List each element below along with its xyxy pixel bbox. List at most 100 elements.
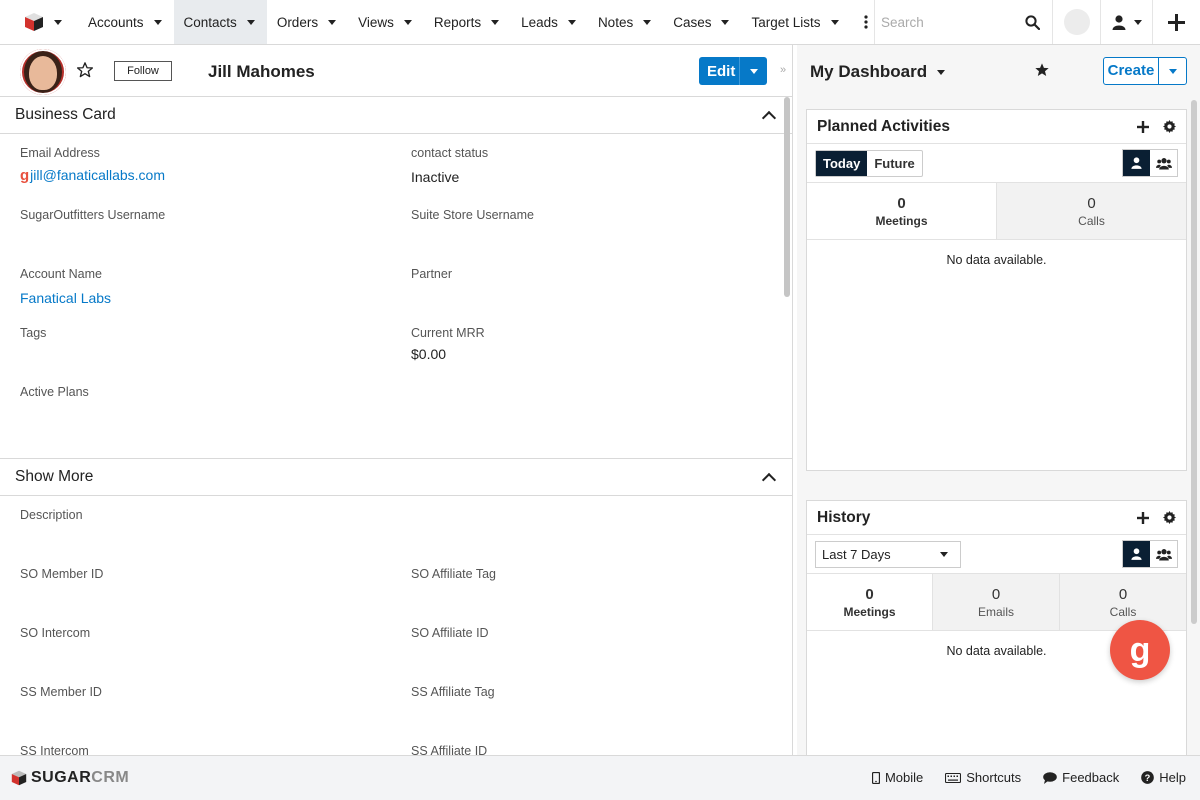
field-so-affiliate-id: SO Affiliate ID <box>411 626 489 640</box>
history-range-select[interactable]: Last 7 Days <box>815 540 961 568</box>
show-more-fields: Description SO Member ID SO Affiliate Ta… <box>0 496 792 755</box>
nav-item-accounts[interactable]: Accounts <box>78 0 174 44</box>
user-menu-button[interactable] <box>1100 0 1152 44</box>
dashlet-header: History <box>807 501 1186 535</box>
chevron-down-icon[interactable] <box>567 19 576 25</box>
create-button[interactable]: Create <box>1104 58 1158 84</box>
panel-header-show-more[interactable]: Show More <box>0 459 792 496</box>
follow-button[interactable]: Follow <box>114 61 172 81</box>
planned-activities-dashlet: Planned Activities Today Future 0 Meetin… <box>806 109 1187 471</box>
comment-icon <box>1043 771 1057 784</box>
field-so-member-id: SO Member ID <box>20 567 103 581</box>
nav-item-views[interactable]: Views <box>348 0 424 44</box>
users-icon <box>1155 157 1172 169</box>
mobile-link[interactable]: Mobile <box>871 770 923 785</box>
nav-item-label: Contacts <box>183 14 237 30</box>
sugar-cube-icon <box>25 13 43 31</box>
chevron-up-icon[interactable] <box>761 472 777 487</box>
plus-icon[interactable] <box>1137 511 1149 524</box>
nav-item-leads[interactable]: Leads <box>511 0 588 44</box>
chevron-up-icon[interactable] <box>761 110 777 125</box>
email-link[interactable]: jill@fanaticallabs.com <box>30 167 165 183</box>
sugarcrm-logo[interactable]: SUGARCRM <box>11 769 129 787</box>
chevron-down-icon[interactable] <box>328 19 337 25</box>
notifications-indicator <box>1063 9 1090 35</box>
create-actions-dropdown[interactable] <box>1158 58 1186 84</box>
chevron-down-icon[interactable] <box>721 19 730 25</box>
pane-divider[interactable] <box>792 45 796 755</box>
gravity-g-icon[interactable]: g <box>20 167 29 184</box>
tab-emails[interactable]: 0 Emails <box>932 574 1059 630</box>
edit-actions-dropdown[interactable] <box>739 57 767 85</box>
field-so-intercom: SO Intercom <box>20 626 90 640</box>
my-items-button[interactable] <box>1123 541 1150 567</box>
dashboard-scrollbar[interactable] <box>1191 100 1197 624</box>
tab-meetings[interactable]: 0 Meetings <box>807 183 996 239</box>
panel-title: Show More <box>15 468 94 485</box>
gear-icon[interactable] <box>1163 120 1176 133</box>
dashboard-selector[interactable]: My Dashboard <box>810 62 946 82</box>
chevron-down-icon[interactable] <box>491 19 500 25</box>
field-ss-intercom: SS Intercom <box>20 744 89 755</box>
search-input[interactable] <box>881 14 1021 30</box>
dashboard-header: My Dashboard Create <box>797 45 1200 97</box>
tab-calls[interactable]: 0 Calls <box>1059 574 1186 630</box>
nav-item-label: Target Lists <box>751 14 821 30</box>
chevron-down-icon[interactable] <box>403 19 412 25</box>
star-icon[interactable] <box>1034 62 1050 78</box>
field-ss-affiliate-id: SS Affiliate ID <box>411 744 487 755</box>
tab-meetings[interactable]: 0 Meetings <box>807 574 932 630</box>
nav-item-label: Accounts <box>88 14 144 30</box>
tab-future[interactable]: Future <box>867 151 921 176</box>
chevron-down-icon <box>940 551 948 557</box>
create-button-group: Create <box>1103 57 1187 85</box>
tab-calls[interactable]: 0 Calls <box>996 183 1186 239</box>
home-menu-button[interactable] <box>0 0 78 44</box>
my-items-button[interactable] <box>1123 150 1150 176</box>
notifications-button[interactable] <box>1052 0 1100 44</box>
field-label: SO Member ID <box>20 567 104 581</box>
tab-count: 0 <box>991 585 1001 603</box>
feedback-link[interactable]: Feedback <box>1043 770 1119 785</box>
edit-button[interactable]: Edit <box>699 63 739 80</box>
star-outline-icon[interactable] <box>76 61 94 79</box>
search-icon[interactable] <box>1025 15 1040 30</box>
chevron-down-icon[interactable] <box>643 19 652 25</box>
chevron-down-icon[interactable] <box>830 19 839 25</box>
chevron-down-icon[interactable] <box>246 19 255 25</box>
tab-today[interactable]: Today <box>816 150 868 176</box>
panel-header-business-card[interactable]: Business Card <box>0 97 792 134</box>
nav-item-cases[interactable]: Cases <box>663 0 741 44</box>
field-suite-store-username: Suite Store Username <box>411 208 534 222</box>
team-items-button[interactable] <box>1150 150 1177 176</box>
nav-item-contacts[interactable]: Contacts <box>173 0 267 44</box>
dashboard-title: My Dashboard <box>810 62 928 81</box>
owner-filter-toggle <box>1122 149 1178 177</box>
gravity-g-icon[interactable]: g <box>1110 620 1170 680</box>
plus-icon <box>1168 13 1185 31</box>
chevron-down-icon[interactable] <box>153 19 162 25</box>
nav-item-notes[interactable]: Notes <box>588 0 663 44</box>
field-ss-member-id: SS Member ID <box>20 685 102 699</box>
team-items-button[interactable] <box>1150 541 1177 567</box>
field-value[interactable]: Inactive <box>411 169 488 185</box>
nav-item-target-lists[interactable]: Target Lists <box>741 0 850 44</box>
field-value[interactable]: $0.00 <box>411 346 485 362</box>
plus-icon[interactable] <box>1137 120 1149 133</box>
quick-create-button[interactable] <box>1152 0 1200 44</box>
toggle-sidebar-icon[interactable]: » <box>780 64 786 76</box>
record-scrollbar[interactable] <box>784 97 790 297</box>
help-icon: ? <box>1141 771 1155 784</box>
edit-button-group: Edit <box>699 57 767 85</box>
dashlet-header: Planned Activities <box>807 110 1186 144</box>
help-link[interactable]: ? Help <box>1141 770 1186 785</box>
account-link[interactable]: Fanatical Labs <box>20 290 111 306</box>
gear-icon[interactable] <box>1163 511 1176 524</box>
field-active-plans: Active Plans <box>20 385 89 399</box>
keyboard-icon <box>945 772 962 783</box>
chevron-down-icon <box>749 68 758 74</box>
shortcuts-link[interactable]: Shortcuts <box>945 770 1021 785</box>
nav-item-reports[interactable]: Reports <box>424 0 511 44</box>
top-navigation: Accounts Contacts Orders Views Reports L… <box>0 0 1200 45</box>
nav-item-orders[interactable]: Orders <box>267 0 348 44</box>
